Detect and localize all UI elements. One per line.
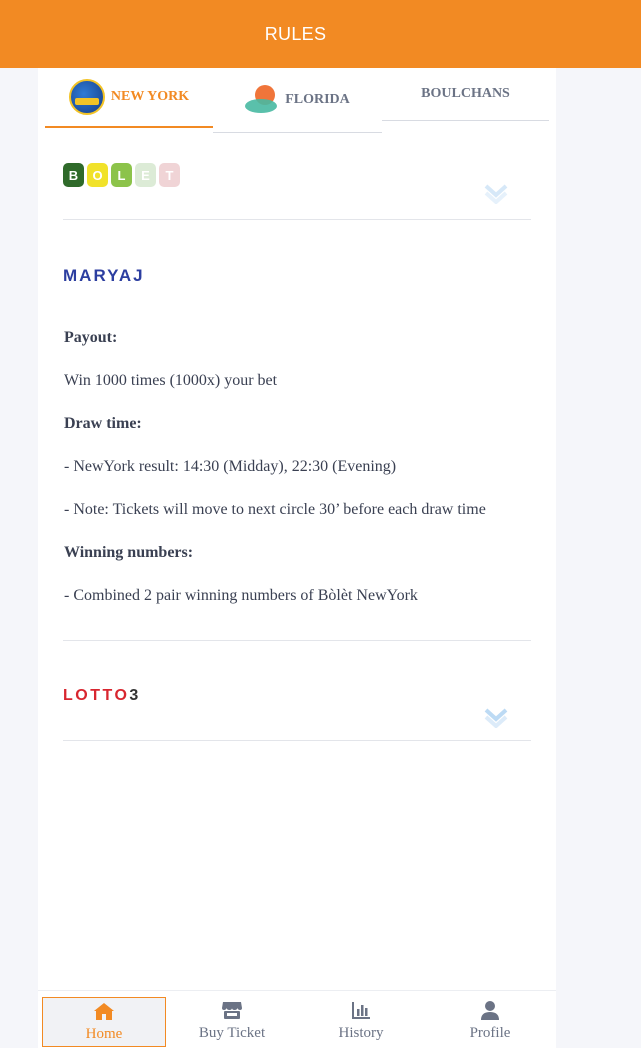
tab-florida-label: FLORIDA (285, 92, 350, 107)
nav-history-label: History (338, 1025, 384, 1041)
draw-result-text: - NewYork result: 14:30 (Midday), 22:30 … (64, 458, 397, 475)
draw-time-label: Draw time: (64, 415, 142, 432)
maryaj-section: MARYAJ Payout: Win 1000 times (1000x) yo… (63, 266, 531, 641)
new-york-lottery-logo (68, 79, 105, 115)
bolet-section[interactable]: B O L E T (63, 160, 531, 220)
rules-panel: NEW YORK FLORIDA BOULCHANS B O L E T MAR… (38, 68, 556, 990)
chevron-down-icon[interactable] (483, 180, 509, 204)
bolet-letter-b: B (63, 163, 84, 187)
nav-buy-ticket[interactable]: Buy Ticket (170, 997, 294, 1047)
tab-florida[interactable]: FLORIDA (213, 68, 382, 133)
bolet-letter-o: O (87, 163, 108, 187)
draw-note-text: - Note: Tickets will move to next circle… (64, 501, 486, 518)
nav-home-label: Home (85, 1026, 123, 1042)
lotto3-logo-letters: LOTTO (63, 687, 130, 704)
user-icon (481, 1001, 499, 1020)
store-icon (222, 1002, 242, 1019)
payout-label: Payout: (64, 329, 118, 346)
bolet-logo: B O L E T (63, 163, 180, 187)
nav-profile[interactable]: Profile (428, 997, 552, 1047)
nav-profile-label: Profile (469, 1025, 511, 1041)
bolet-letter-l: L (111, 163, 132, 187)
lotto3-logo: LOTTO3 (63, 687, 141, 705)
chevron-down-icon[interactable] (483, 704, 509, 728)
tab-boulchans-label: BOULCHANS (421, 86, 510, 101)
home-icon (94, 1003, 114, 1020)
page-title: RULES (264, 23, 327, 44)
nav-buy-ticket-label: Buy Ticket (198, 1025, 266, 1041)
maryaj-rules: Payout: Win 1000 times (1000x) your bet … (64, 328, 534, 629)
winning-numbers-text: - Combined 2 pair winning numbers of Bòl… (64, 587, 418, 604)
maryaj-logo: MARYAJ (63, 266, 145, 285)
lotto3-logo-number: 3 (129, 687, 141, 704)
winning-numbers-label: Winning numbers: (64, 544, 194, 561)
payout-text: Win 1000 times (1000x) your bet (64, 372, 278, 389)
nav-history[interactable]: History (299, 997, 423, 1047)
bar-chart-icon (352, 1002, 370, 1019)
tab-new-york-label: NEW YORK (110, 89, 190, 104)
bottom-navigation: Home Buy Ticket History Profile (38, 990, 556, 1048)
app-header: RULES (0, 0, 641, 68)
state-tabs: NEW YORK FLORIDA BOULCHANS (45, 68, 549, 134)
bolet-letter-e: E (135, 163, 156, 187)
tab-new-york[interactable]: NEW YORK (45, 68, 213, 128)
nav-home[interactable]: Home (42, 997, 166, 1047)
florida-lottery-logo (245, 85, 279, 115)
tab-boulchans[interactable]: BOULCHANS (382, 68, 549, 121)
lotto3-section[interactable]: LOTTO3 (63, 686, 531, 741)
bolet-letter-t: T (159, 163, 180, 187)
